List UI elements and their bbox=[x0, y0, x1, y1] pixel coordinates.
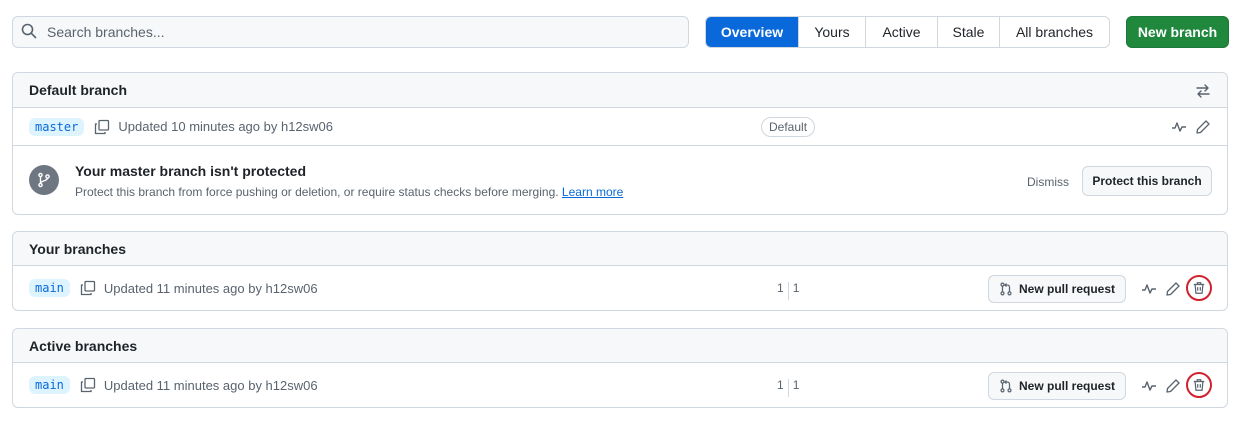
protect-branch-button[interactable]: Protect this branch bbox=[1082, 166, 1212, 196]
copy-icon[interactable] bbox=[80, 377, 96, 393]
branch-icon bbox=[29, 165, 59, 195]
notice-title: Your master branch isn't protected bbox=[75, 163, 307, 179]
dismiss-button[interactable]: Dismiss bbox=[1027, 175, 1069, 189]
branch-search-box[interactable] bbox=[12, 16, 689, 48]
section-title: Default branch bbox=[29, 82, 128, 98]
tab-all-branches[interactable]: All branches bbox=[999, 17, 1109, 47]
ahead-count: 1 bbox=[792, 378, 800, 392]
section-header: Default branch bbox=[13, 73, 1227, 108]
section-header: Active branches bbox=[13, 329, 1227, 363]
section-title: Active branches bbox=[29, 337, 138, 354]
activity-icon[interactable] bbox=[1141, 378, 1157, 394]
default-branch-section: Default branch master Updated 10 minutes… bbox=[12, 72, 1228, 215]
branch-filter-tabs: Overview Yours Active Stale All branches bbox=[705, 16, 1110, 48]
new-pull-request-button[interactable]: New pull request bbox=[988, 372, 1126, 400]
ahead-count: 1 bbox=[792, 281, 800, 295]
updated-text: Updated 10 minutes ago by h12sw06 bbox=[118, 119, 334, 134]
notice-description: Protect this branch from force pushing o… bbox=[75, 185, 623, 199]
default-badge: Default bbox=[761, 117, 816, 137]
delete-branch-button[interactable] bbox=[1186, 275, 1212, 301]
branch-row: master Updated 10 minutes ago by h12sw06… bbox=[13, 108, 1227, 145]
pull-request-icon bbox=[1000, 282, 1012, 296]
tab-active[interactable]: Active bbox=[865, 17, 937, 47]
delete-branch-button[interactable] bbox=[1186, 372, 1212, 398]
pencil-icon[interactable] bbox=[1195, 119, 1211, 135]
search-input[interactable] bbox=[45, 23, 645, 41]
behind-count: 1 bbox=[777, 281, 784, 295]
trash-icon bbox=[1193, 282, 1205, 294]
branch-name-link[interactable]: main bbox=[29, 279, 70, 297]
learn-more-link[interactable]: Learn more bbox=[562, 185, 623, 199]
activity-icon[interactable] bbox=[1171, 119, 1187, 135]
tab-overview[interactable]: Overview bbox=[706, 17, 798, 47]
trash-icon bbox=[1193, 379, 1205, 391]
branch-row: main Updated 11 minutes ago by h12sw06 1… bbox=[13, 266, 1227, 310]
behind-count: 1 bbox=[777, 378, 784, 392]
section-header: Your branches bbox=[13, 232, 1227, 266]
pr-button-label: New pull request bbox=[1018, 379, 1116, 393]
ahead-behind-indicator: 1 1 bbox=[777, 376, 800, 397]
tab-yours[interactable]: Yours bbox=[798, 17, 865, 47]
new-pull-request-button[interactable]: New pull request bbox=[988, 275, 1126, 303]
activity-icon[interactable] bbox=[1141, 281, 1157, 297]
section-title: Your branches bbox=[29, 240, 126, 257]
tab-stale[interactable]: Stale bbox=[937, 17, 999, 47]
pr-button-label: New pull request bbox=[1018, 282, 1116, 296]
pencil-icon[interactable] bbox=[1165, 378, 1181, 394]
branch-name-link[interactable]: master bbox=[29, 117, 85, 136]
pull-request-icon bbox=[1000, 379, 1012, 393]
pencil-icon[interactable] bbox=[1165, 281, 1181, 297]
search-icon bbox=[21, 23, 37, 42]
branch-row: main Updated 11 minutes ago by h12sw06 1… bbox=[13, 363, 1227, 407]
copy-icon[interactable] bbox=[94, 119, 110, 135]
updated-text: Updated 11 minutes ago by h12sw06 bbox=[103, 280, 318, 296]
protection-notice: Your master branch isn't protected Prote… bbox=[13, 145, 1227, 214]
updated-text: Updated 11 minutes ago by h12sw06 bbox=[103, 377, 318, 393]
notice-text: Protect this branch from force pushing o… bbox=[75, 185, 559, 199]
switch-default-branch-icon[interactable] bbox=[1195, 83, 1211, 99]
ahead-behind-indicator: 1 1 bbox=[777, 279, 800, 300]
divider bbox=[787, 282, 789, 300]
divider bbox=[787, 379, 789, 397]
new-branch-button[interactable]: New branch bbox=[1126, 16, 1229, 48]
active-branches-section: Active branches main Updated 11 minutes … bbox=[12, 328, 1228, 408]
copy-icon[interactable] bbox=[80, 280, 96, 296]
branch-name-link[interactable]: main bbox=[29, 376, 70, 394]
your-branches-section: Your branches main Updated 11 minutes ag… bbox=[12, 231, 1228, 311]
